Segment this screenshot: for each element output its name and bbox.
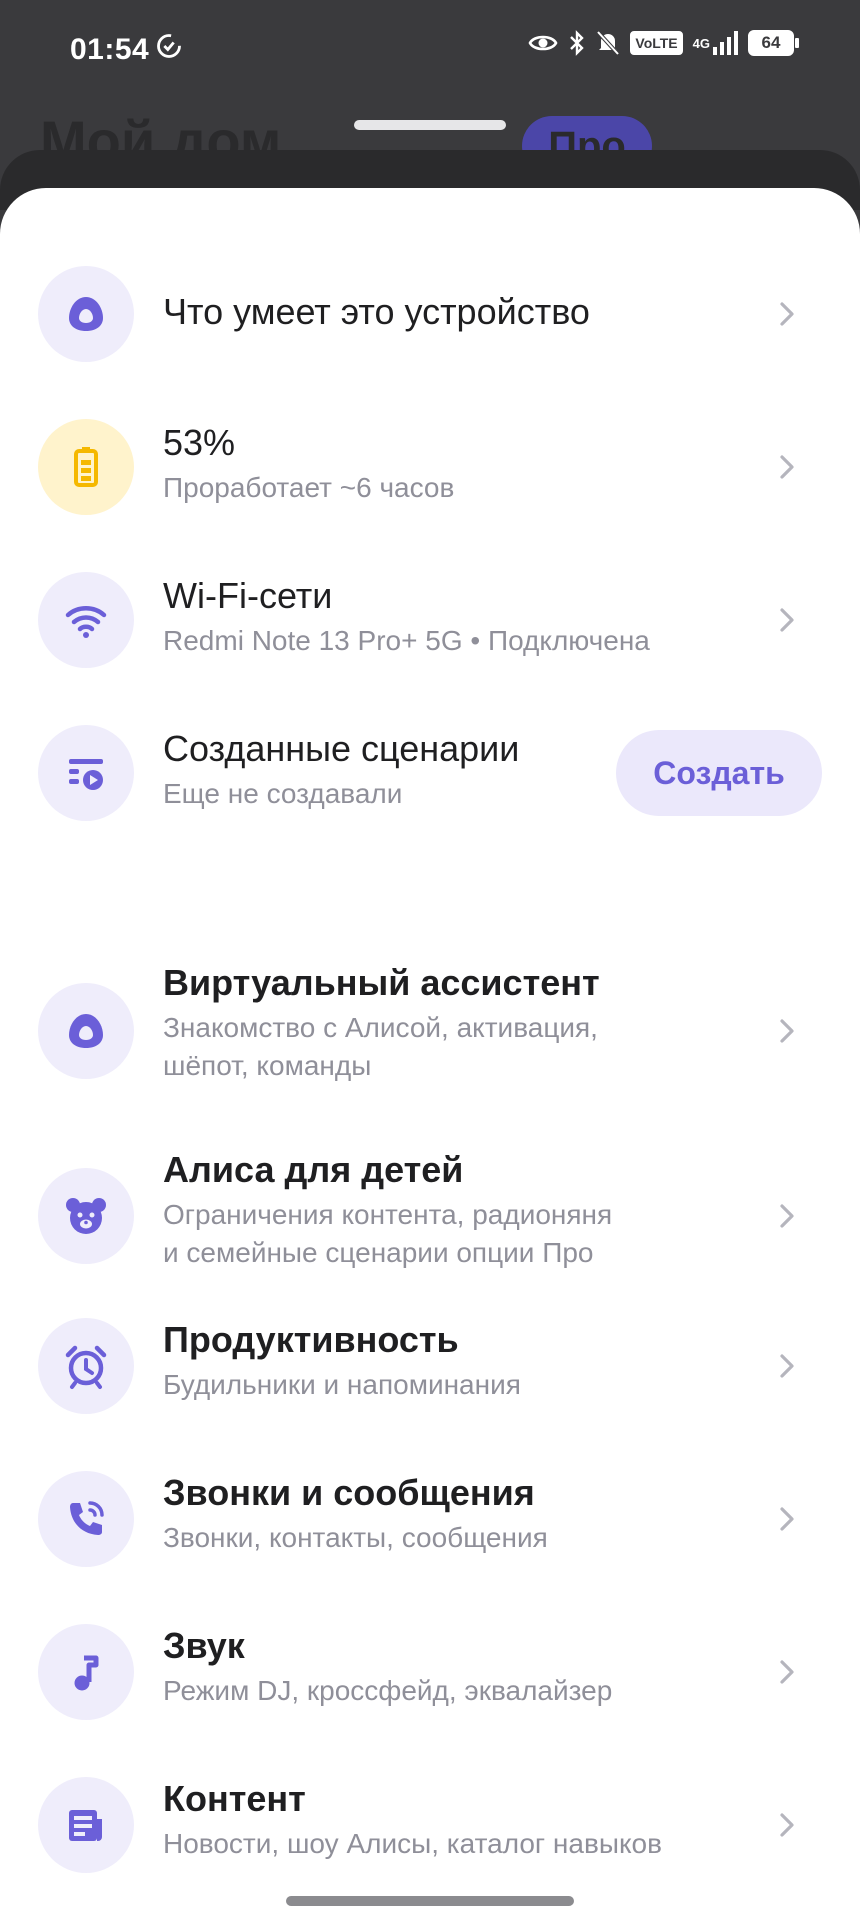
alarm-icon-container bbox=[38, 1318, 134, 1414]
item-device-capabilities[interactable]: Что умеет это устройство bbox=[0, 266, 860, 362]
item-title: Продуктивность bbox=[163, 1319, 459, 1360]
item-subtitle: Звонки, контакты, сообщения bbox=[163, 1522, 548, 1553]
alice-icon-container bbox=[38, 266, 134, 362]
alice-icon bbox=[69, 297, 103, 331]
music-icon-container bbox=[38, 1624, 134, 1720]
wifi-network: Redmi Note 13 Pro+ 5G • Подключена bbox=[163, 625, 650, 656]
phone-icon-container bbox=[38, 1471, 134, 1567]
item-subtitle: Будильники и напоминания bbox=[163, 1369, 521, 1400]
content-icon-container bbox=[38, 1777, 134, 1873]
clock-text: 01:54 bbox=[70, 33, 150, 66]
chevron-right-icon bbox=[780, 1204, 794, 1228]
sheet-drag-handle[interactable] bbox=[354, 120, 506, 130]
item-title: Что умеет это устройство bbox=[163, 291, 590, 332]
item-wifi[interactable]: Wi-Fi-сети Redmi Note 13 Pro+ 5G • Подкл… bbox=[0, 572, 860, 668]
music-note-icon bbox=[74, 1655, 99, 1691]
chevron-right-icon bbox=[780, 608, 794, 632]
item-title: Контент bbox=[163, 1778, 306, 1819]
chevron-right-icon bbox=[780, 1660, 794, 1684]
item-title: Звонки и сообщения bbox=[163, 1472, 535, 1513]
item-scenarios: Созданные сценарии Еще не создавали Созд… bbox=[0, 725, 860, 821]
scenarios-icon-container bbox=[38, 725, 134, 821]
signal-icon: 4G bbox=[693, 31, 738, 55]
item-subtitle: Новости, шоу Алисы, каталог навыков bbox=[163, 1828, 662, 1859]
battery-runtime: Проработает ~6 часов bbox=[163, 472, 455, 503]
alice-icon bbox=[69, 1014, 103, 1048]
chevron-right-icon bbox=[780, 455, 794, 479]
sync-icon bbox=[155, 32, 183, 68]
item-virtual-assistant[interactable]: Виртуальный ассистент Знакомство с Алисо… bbox=[0, 961, 860, 1101]
status-icons: VoLTE 4G 64 bbox=[528, 30, 799, 56]
battery-percent: 53% bbox=[163, 422, 236, 463]
item-title: Виртуальный ассистент bbox=[163, 962, 600, 1003]
device-settings-sheet: Что умеет это устройство 53% Проработает… bbox=[0, 188, 860, 1920]
eye-icon bbox=[528, 32, 558, 54]
item-battery[interactable]: 53% Проработает ~6 часов bbox=[0, 419, 860, 515]
network-type: 4G bbox=[692, 35, 710, 51]
bear-icon bbox=[66, 1198, 106, 1234]
bear-icon-container bbox=[38, 1168, 134, 1264]
mute-bell-icon bbox=[596, 30, 620, 56]
wifi-title: Wi-Fi-сети bbox=[163, 575, 333, 616]
chevron-right-icon bbox=[780, 302, 794, 326]
item-content[interactable]: Контент Новости, шоу Алисы, каталог навы… bbox=[0, 1777, 860, 1873]
item-subtitle: Знакомство с Алисой, активация, шёпот, ко… bbox=[163, 1012, 598, 1081]
create-scenario-button[interactable]: Создать bbox=[616, 730, 822, 816]
bluetooth-icon bbox=[568, 30, 586, 56]
scenarios-subtitle: Еще не создавали bbox=[163, 778, 403, 809]
item-alice-for-kids[interactable]: Алиса для детей Ограничения контента, ра… bbox=[0, 1148, 860, 1288]
item-title: Алиса для детей bbox=[163, 1149, 464, 1190]
battery-icon bbox=[74, 447, 98, 487]
item-sound[interactable]: Звук Режим DJ, кроссфейд, эквалайзер bbox=[0, 1624, 860, 1720]
chevron-right-icon bbox=[780, 1019, 794, 1043]
chevron-right-icon bbox=[780, 1813, 794, 1837]
battery-icon-container bbox=[38, 419, 134, 515]
scenario-play-icon bbox=[69, 759, 103, 790]
wifi-icon bbox=[65, 606, 107, 638]
home-indicator[interactable] bbox=[286, 1896, 574, 1906]
battery-indicator: 64 bbox=[748, 30, 799, 56]
scenarios-title: Созданные сценарии bbox=[163, 728, 520, 769]
item-subtitle: Ограничения контента, радионяня и семейны… bbox=[163, 1199, 613, 1268]
phone-call-icon bbox=[70, 1501, 104, 1535]
item-subtitle: Режим DJ, кроссфейд, эквалайзер bbox=[163, 1675, 613, 1706]
alarm-clock-icon bbox=[65, 1345, 107, 1389]
newspaper-icon bbox=[69, 1810, 102, 1841]
status-time: 01:54 bbox=[70, 32, 183, 68]
chevron-right-icon bbox=[780, 1507, 794, 1531]
item-calls-messages[interactable]: Звонки и сообщения Звонки, контакты, соо… bbox=[0, 1471, 860, 1567]
wifi-icon-container bbox=[38, 572, 134, 668]
chevron-right-icon bbox=[780, 1354, 794, 1378]
item-productivity[interactable]: Продуктивность Будильники и напоминания bbox=[0, 1318, 860, 1414]
alice-icon-container bbox=[38, 983, 134, 1079]
status-bar: 01:54 VoLTE 4G 64 bbox=[0, 0, 860, 100]
volte-badge: VoLTE bbox=[630, 31, 683, 55]
item-title: Звук bbox=[163, 1625, 245, 1666]
